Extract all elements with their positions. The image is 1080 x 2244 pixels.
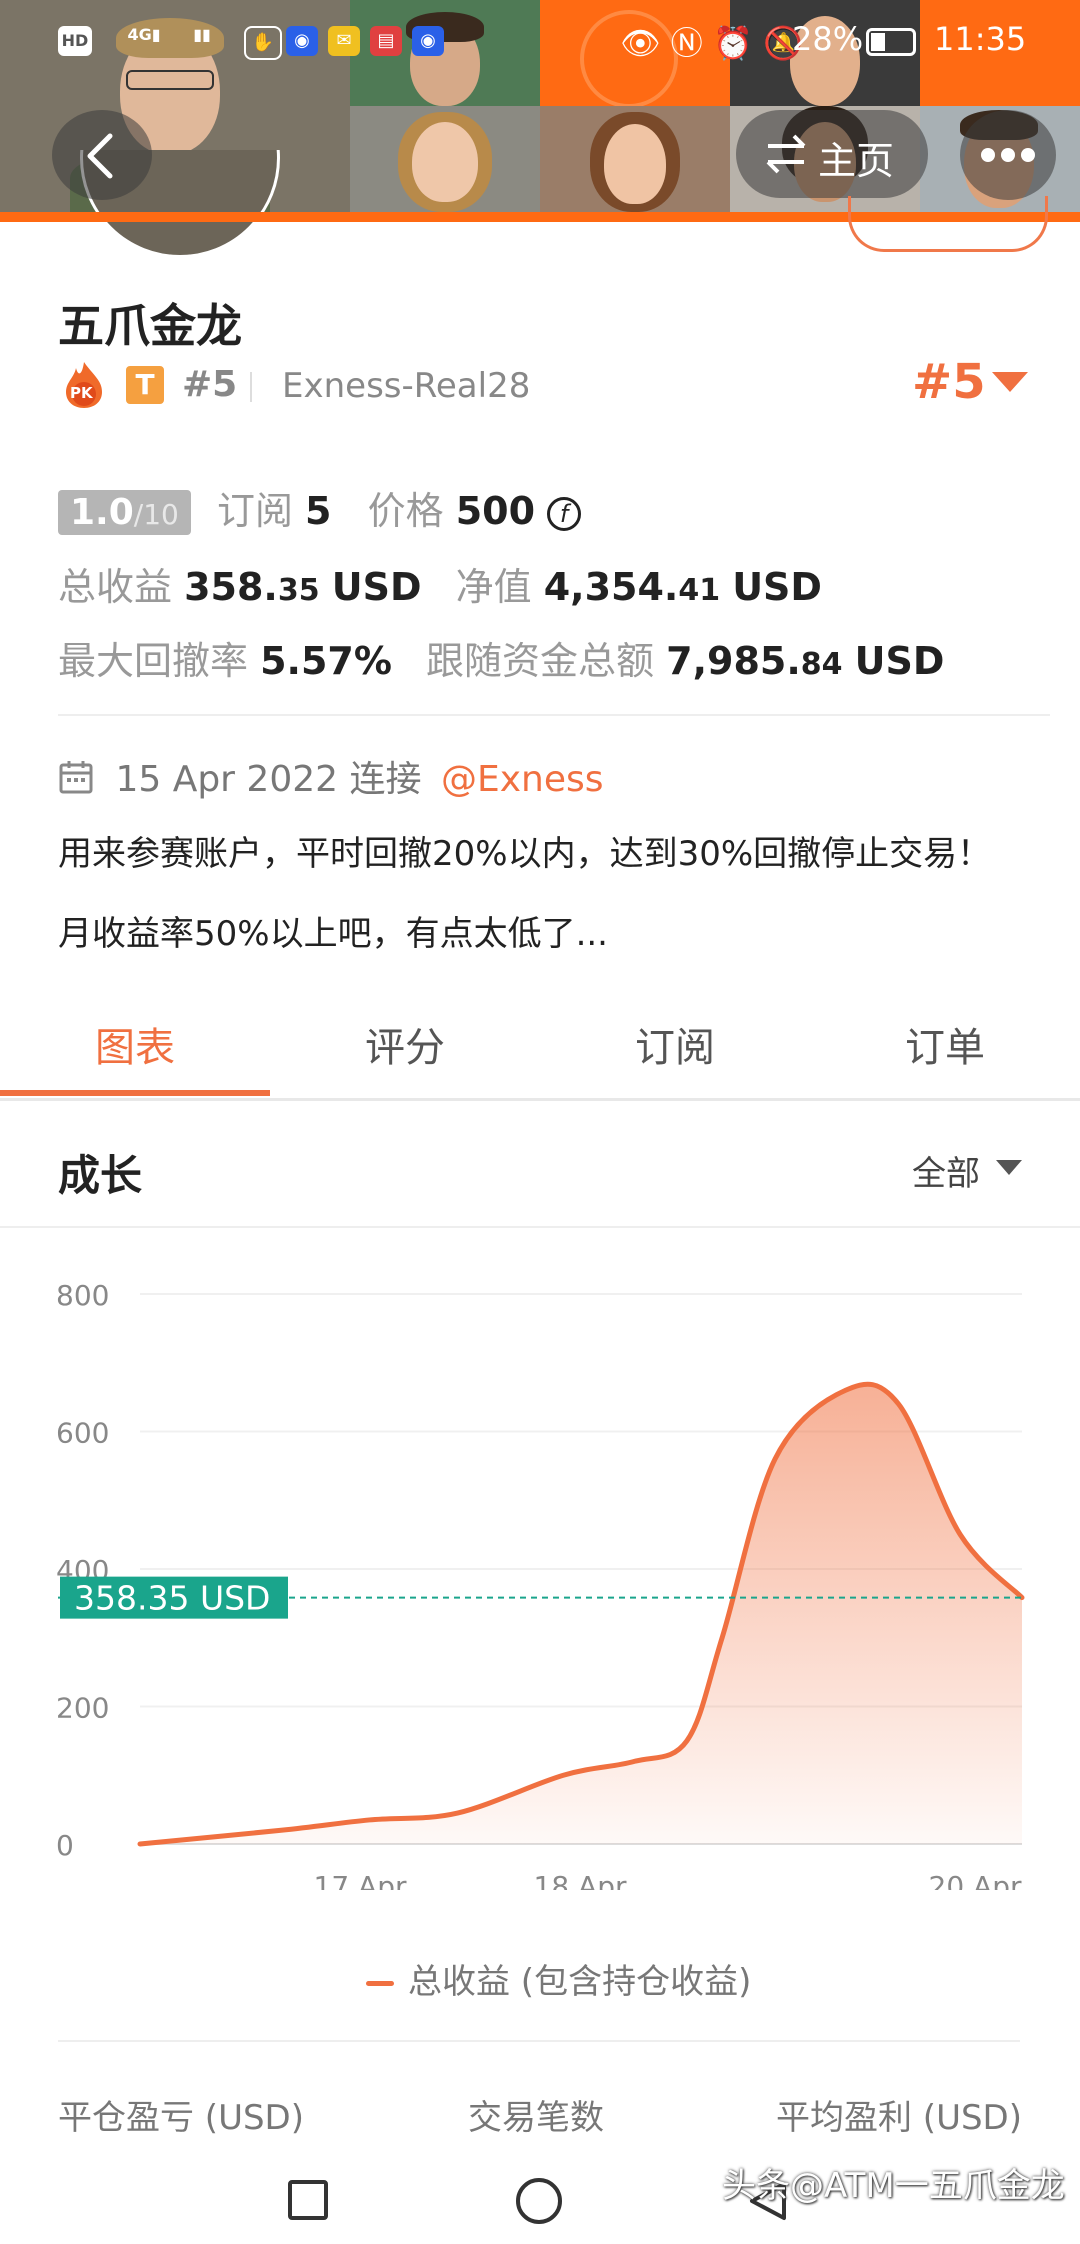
growth-chart[interactable]: 8006004002000 17 Apr 18 Apr 20 Apr 358.35 … bbox=[0, 1250, 1080, 1890]
stats-row-2: 总收益 358.35 USD 净值 4,354.41 USD bbox=[58, 556, 822, 611]
currency-icon: f bbox=[547, 496, 582, 531]
trade-count-label: 交易笔数 bbox=[468, 2098, 604, 2138]
back-button[interactable] bbox=[52, 110, 152, 200]
price-value: 500 bbox=[455, 489, 536, 533]
subscribe-label: 订阅 bbox=[216, 489, 293, 533]
chevron-down-icon[interactable] bbox=[996, 1160, 1022, 1175]
growth-divider bbox=[0, 1226, 1080, 1228]
equity-label: 净值 bbox=[455, 565, 532, 609]
chart-bottom-divider bbox=[58, 2040, 1020, 2042]
profile-divider bbox=[58, 714, 1050, 716]
switch-arrows-icon bbox=[766, 134, 806, 174]
rank-dropdown-icon[interactable] bbox=[992, 372, 1028, 392]
tab-rating[interactable]: 评分 bbox=[270, 1015, 540, 1073]
follow-funds-dec: 84 bbox=[800, 647, 843, 682]
bulb-icon: ◉ bbox=[286, 26, 318, 56]
follow-funds-label: 跟随资金总额 bbox=[426, 639, 655, 683]
broker-link[interactable]: @Exness bbox=[441, 759, 604, 800]
pk-badge: PK bbox=[62, 360, 106, 410]
equity-dec: 41 bbox=[678, 573, 721, 608]
closed-pnl-label: 平仓盈亏 (USD) bbox=[58, 2098, 304, 2138]
t-badge: T bbox=[126, 366, 164, 404]
x-tick-label: 18 Apr bbox=[534, 1870, 627, 1890]
status-bar-left: HD 4G▮ ▮▮ ✋ ◉ ✉ ▤ ◉ bbox=[58, 25, 678, 60]
badge-separator bbox=[250, 372, 252, 402]
header-photo-3 bbox=[350, 106, 540, 212]
connect-date: 15 Apr 2022 连接 bbox=[115, 759, 422, 800]
total-profit-label: 总收益 bbox=[58, 565, 173, 609]
signal-icon: ▮▮ bbox=[193, 25, 211, 44]
battery-icon bbox=[866, 28, 916, 56]
more-dots-icon bbox=[981, 148, 1035, 162]
y-tick-label: 800 bbox=[56, 1279, 109, 1312]
rating-max: /10 bbox=[133, 498, 179, 531]
y-tick-label: 0 bbox=[56, 1829, 74, 1862]
follow-funds-int: 7,985. bbox=[666, 639, 801, 683]
header-bottom-bar bbox=[0, 212, 740, 222]
pk-badge-label: PK bbox=[70, 384, 93, 402]
home-label: 主页 bbox=[818, 139, 895, 183]
legend-label: 总收益 (包含持仓收益) bbox=[408, 1962, 752, 2002]
avg-profit-label: 平均盈利 (USD) bbox=[776, 2098, 1022, 2138]
rank-small: #5 bbox=[182, 364, 238, 405]
range-filter[interactable]: 全部 bbox=[912, 1146, 980, 1195]
max-drawdown-value: 5.57% bbox=[260, 639, 392, 683]
rank-large[interactable]: #5 bbox=[912, 354, 986, 410]
follow-funds-unit: USD bbox=[854, 639, 945, 683]
mail-icon: ✉ bbox=[328, 26, 360, 56]
clock: 11:35 bbox=[934, 20, 1027, 58]
current-value-label: 358.35 USD bbox=[74, 1579, 270, 1618]
trader-name: 五爪金龙 bbox=[58, 299, 242, 353]
status-icons-right: 👁 Ⓝ ⏰ 🔕 bbox=[620, 24, 803, 62]
x-tick-label: 17 Apr bbox=[314, 1870, 407, 1890]
chart-legend[interactable]: 总收益 (包含持仓收益) bbox=[366, 1954, 751, 2003]
more-button[interactable] bbox=[960, 110, 1056, 200]
battery-percent: 28% bbox=[792, 20, 864, 58]
rating-value: 1.0 bbox=[70, 492, 134, 533]
header-photo-5 bbox=[540, 106, 730, 212]
home-nav-icon[interactable] bbox=[516, 2178, 562, 2224]
signal-4g-icon: 4G▮ bbox=[127, 25, 161, 44]
equity-unit: USD bbox=[732, 565, 822, 609]
y-tick-label: 600 bbox=[56, 1417, 109, 1450]
home-button[interactable]: 主页 bbox=[736, 110, 928, 198]
server-name: Exness-Real28 bbox=[282, 366, 531, 406]
total-profit-unit: USD bbox=[331, 565, 422, 609]
tab-subscribe[interactable]: 订阅 bbox=[540, 1015, 810, 1073]
total-profit-int: 358. bbox=[184, 565, 278, 609]
equity-int: 4,354. bbox=[543, 565, 679, 609]
stats-row-3: 最大回撤率 5.57% 跟随资金总额 7,985.84 USD bbox=[58, 630, 944, 685]
description-line-2[interactable]: 月收益率50%以上吧，有点太低了... bbox=[58, 906, 608, 955]
description-line-1: 用来参赛账户，平时回撤20%以内，达到30%回撤停止交易！ bbox=[58, 834, 992, 874]
tab-chart[interactable]: 图表 bbox=[0, 1015, 270, 1073]
legend-swatch bbox=[366, 1981, 394, 1986]
x-tick-label: 20 Apr bbox=[929, 1870, 1022, 1890]
total-profit-dec: 35 bbox=[277, 573, 320, 608]
subscribe-count: 5 bbox=[305, 489, 332, 533]
connect-date-row: 15 Apr 2022 连接 @Exness bbox=[58, 750, 603, 802]
hd-icon: HD bbox=[58, 26, 92, 56]
back-arrow-icon bbox=[87, 133, 113, 179]
calendar-icon bbox=[59, 761, 93, 794]
growth-title: 成长 bbox=[58, 1151, 143, 1200]
active-tab-indicator bbox=[0, 1090, 270, 1096]
y-tick-label: 200 bbox=[56, 1692, 109, 1725]
bulb-icon-2: ◉ bbox=[412, 26, 444, 56]
tab-divider bbox=[0, 1098, 1080, 1101]
rating-box: 1.0/10 bbox=[58, 490, 191, 535]
price-label: 价格 bbox=[367, 489, 444, 533]
recent-apps-icon[interactable] bbox=[288, 2180, 328, 2220]
hand-icon: ✋ bbox=[244, 26, 282, 60]
book-icon: ▤ bbox=[370, 26, 402, 56]
max-drawdown-label: 最大回撤率 bbox=[58, 639, 249, 683]
tab-orders[interactable]: 订单 bbox=[810, 1015, 1080, 1073]
subscribe-button[interactable] bbox=[848, 196, 1048, 252]
stats-row-1: 1.0/10 订阅 5 价格 500 f bbox=[58, 480, 582, 535]
watermark: 头条@ATM一五爪金龙 bbox=[722, 2166, 1065, 2206]
